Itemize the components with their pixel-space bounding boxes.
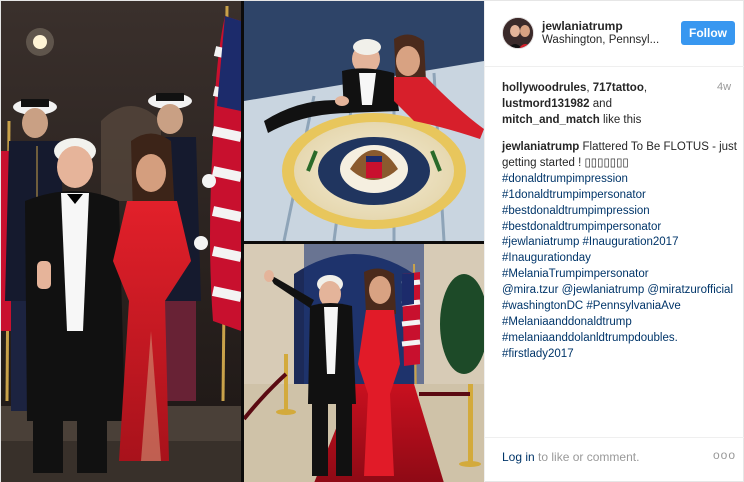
- caption-hashtag-line[interactable]: #donaldtrumpimpression: [502, 172, 740, 188]
- caption-hashtag-line[interactable]: #Melaniaanddonaldtrump: [502, 315, 740, 331]
- caption-hashtag-line[interactable]: #MelaniaTrumpimpersonator: [502, 267, 740, 283]
- post-username[interactable]: jewlaniatrump: [542, 19, 623, 33]
- post-footer: Log in to like or comment. ooo: [485, 437, 744, 482]
- caption-hashtag-line[interactable]: #firstlady2017: [502, 347, 740, 363]
- liker-username[interactable]: hollywoodrules: [502, 82, 586, 94]
- post-header: jewlaniatrump Washington, Pennsyl... Fol…: [485, 1, 744, 67]
- likes-separator: ,: [643, 82, 648, 94]
- follow-button[interactable]: Follow: [681, 21, 735, 45]
- caption-username[interactable]: jewlaniatrump: [502, 141, 579, 153]
- caption-mention-line[interactable]: @mira.tzur @jewlaniatrump @miratzuroffic…: [502, 283, 740, 299]
- post-timestamp[interactable]: 4w: [717, 81, 731, 93]
- liker-username[interactable]: lustmord131982: [502, 98, 590, 110]
- login-prompt: Log in to like or comment.: [502, 450, 639, 464]
- more-options-icon[interactable]: ooo: [713, 448, 736, 462]
- photo-couple-with-guards: [1, 1, 241, 482]
- caption-hashtag-line[interactable]: #bestdonaldtrumpimpression: [502, 204, 740, 220]
- caption-hashtag-line[interactable]: #jewlaniatrump #Inauguration2017: [502, 235, 740, 251]
- post-photo-collage[interactable]: [1, 1, 484, 482]
- likes-suffix: like this: [599, 114, 642, 126]
- login-prompt-text: to like or comment.: [534, 450, 640, 464]
- caption-hashtag-line[interactable]: #bestdonaldtrumpimpersonator: [502, 220, 740, 236]
- caption-hashtag-line[interactable]: #1donaldtrumpimpersonator: [502, 188, 740, 204]
- photo-red-carpet: [244, 244, 484, 482]
- instagram-post: jewlaniatrump Washington, Pennsyl... Fol…: [0, 0, 744, 482]
- liker-username[interactable]: mitch_and_match: [502, 114, 600, 126]
- caption-hashtag-line[interactable]: #washingtonDC #PennsylvaniaAve: [502, 299, 740, 315]
- liker-username[interactable]: 717tattoo: [593, 82, 644, 94]
- likes-and-text: and: [589, 98, 612, 110]
- login-link[interactable]: Log in: [502, 450, 535, 464]
- likes-summary: hollywoodrules, 717tattoo, lustmord13198…: [502, 80, 707, 128]
- post-caption: jewlaniatrump Flattered To Be FLOTUS - j…: [502, 140, 740, 363]
- post-location[interactable]: Washington, Pennsyl...: [542, 34, 659, 46]
- post-details-panel: jewlaniatrump Washington, Pennsyl... Fol…: [484, 1, 744, 482]
- caption-hashtag-line[interactable]: #melaniaanddolanldtrumpdoubles.: [502, 331, 740, 347]
- caption-hashtag-line[interactable]: #Inaugurationday: [502, 251, 740, 267]
- photo-presidential-seal: [244, 1, 484, 241]
- avatar[interactable]: [502, 17, 534, 49]
